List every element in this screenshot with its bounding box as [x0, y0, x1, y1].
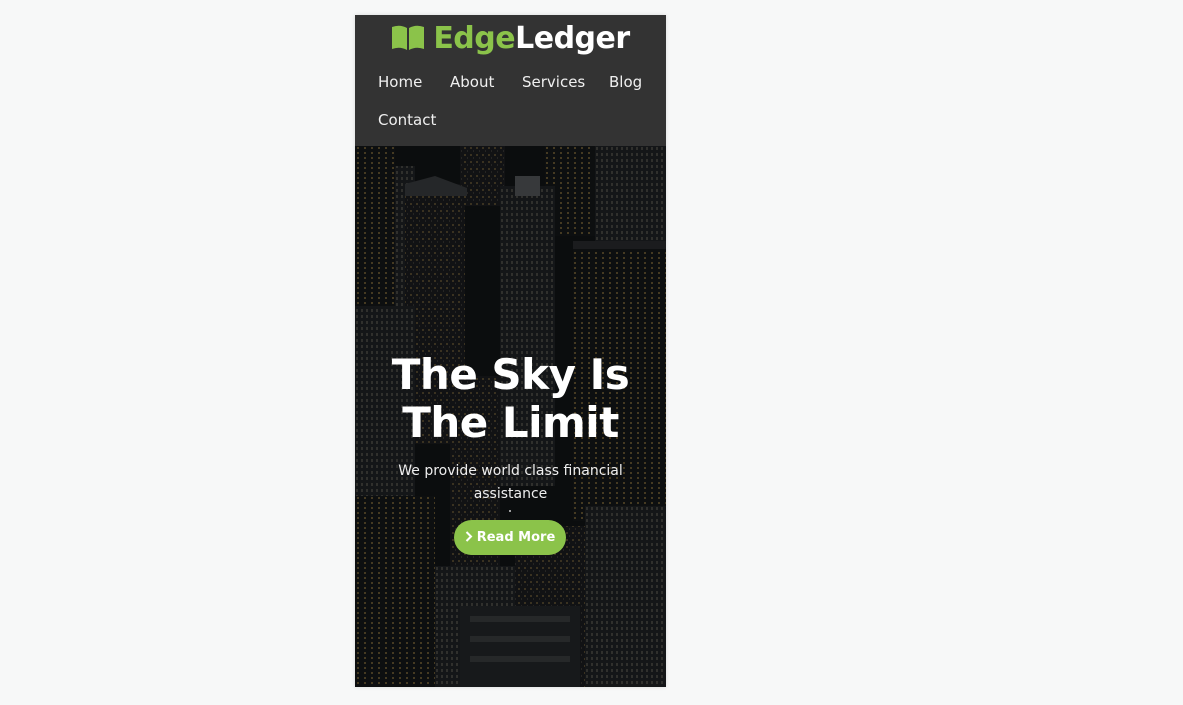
mobile-viewport: EdgeLedger Home About Services Blog Cont… [355, 15, 666, 687]
hero-section: The Sky Is The Limit We provide world cl… [355, 146, 666, 687]
nav-item-about[interactable]: About [450, 65, 494, 99]
hero-title: The Sky Is The Limit [355, 351, 666, 447]
site-header: EdgeLedger Home About Services Blog Cont… [355, 15, 666, 146]
main-nav: Home About Services Blog Contact [355, 65, 666, 145]
hero-title-line1: The Sky Is [391, 350, 630, 399]
hero-title-line2: The Limit [402, 398, 619, 447]
nav-item-blog[interactable]: Blog [609, 65, 642, 99]
brand-name-edge: Edge [433, 21, 516, 56]
read-more-button[interactable]: Read More [454, 520, 566, 555]
nav-item-contact[interactable]: Contact [378, 103, 436, 137]
nav-item-services[interactable]: Services [522, 65, 585, 99]
open-book-icon [391, 24, 425, 60]
chevron-right-icon [465, 521, 473, 556]
read-more-label: Read More [476, 530, 556, 545]
nav-item-home[interactable]: Home [378, 65, 422, 99]
brand-name-ledger: Ledger [515, 21, 630, 56]
decorative-dot [509, 510, 511, 512]
hero-subtitle: We provide world class financial assista… [398, 463, 623, 502]
brand-logo[interactable]: EdgeLedger [355, 21, 666, 60]
